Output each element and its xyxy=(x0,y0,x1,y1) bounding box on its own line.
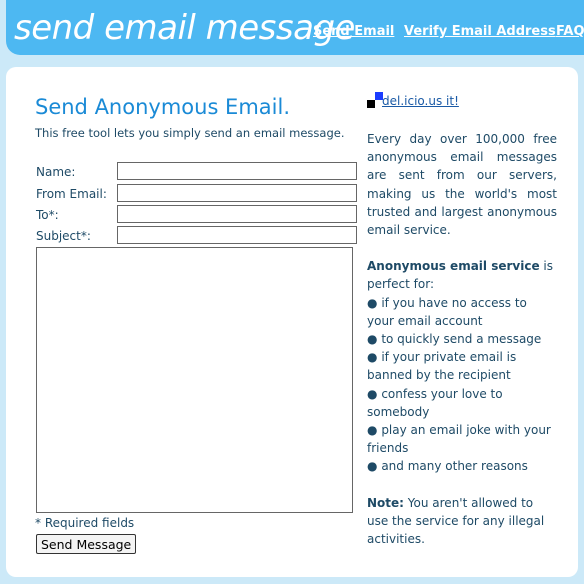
form-title: Send Anonymous Email. xyxy=(35,95,290,119)
sidebar-info: Every day over 100,000 free anonymous em… xyxy=(367,130,557,548)
bullet-icon: ● xyxy=(367,459,378,474)
list-item: ● and many other reasons xyxy=(367,459,528,474)
service-paragraph: Anonymous email service is perfect for: xyxy=(367,257,557,293)
bullet-icon: ● xyxy=(367,423,378,438)
to-label: To*: xyxy=(36,208,59,222)
note-paragraph: Note: You aren't allowed to use the serv… xyxy=(367,494,557,549)
intro-text: Every day over 100,000 free anonymous em… xyxy=(367,132,557,238)
list-item: ● to quickly send a message xyxy=(367,332,542,347)
bullet-icon: ● xyxy=(367,295,378,310)
nav-verify-email-address[interactable]: Verify Email Address xyxy=(404,24,556,39)
subject-input[interactable] xyxy=(117,226,357,244)
list-item: ● confess your love to somebody xyxy=(367,386,503,419)
nav-faq[interactable]: FAQ xyxy=(556,24,584,39)
subject-label: Subject*: xyxy=(36,229,91,243)
from-email-label: From Email: xyxy=(36,187,107,201)
nav-send-email[interactable]: Send Email xyxy=(313,24,394,39)
bullet-icon: ● xyxy=(367,350,378,365)
from-email-input[interactable] xyxy=(117,184,357,202)
site-header: send email message Send Email Verify Ema… xyxy=(6,0,584,55)
note-label: Note: xyxy=(367,495,404,510)
list-item: ● if your private email is banned by the… xyxy=(367,350,517,383)
name-input[interactable] xyxy=(117,162,357,180)
form-description: This free tool lets you simply send an e… xyxy=(35,126,345,140)
delicious-icon xyxy=(367,92,383,108)
message-body-textarea[interactable] xyxy=(36,247,353,513)
to-input[interactable] xyxy=(117,205,357,223)
required-fields-note: * Required fields xyxy=(35,516,135,530)
bullet-icon: ● xyxy=(367,332,378,347)
bullet-icon: ● xyxy=(367,386,378,401)
list-item: ● if you have no access to your email ac… xyxy=(367,295,527,328)
send-message-button[interactable]: Send Message xyxy=(36,534,137,554)
content-card: Send Anonymous Email. This free tool let… xyxy=(6,67,578,577)
name-label: Name: xyxy=(36,165,76,179)
delicious-link[interactable]: del.icio.us it! xyxy=(382,94,459,108)
list-item: ● play an email joke with your friends xyxy=(367,423,551,456)
site-logo[interactable]: send email message xyxy=(14,4,355,52)
service-heading: Anonymous email service xyxy=(367,259,540,274)
